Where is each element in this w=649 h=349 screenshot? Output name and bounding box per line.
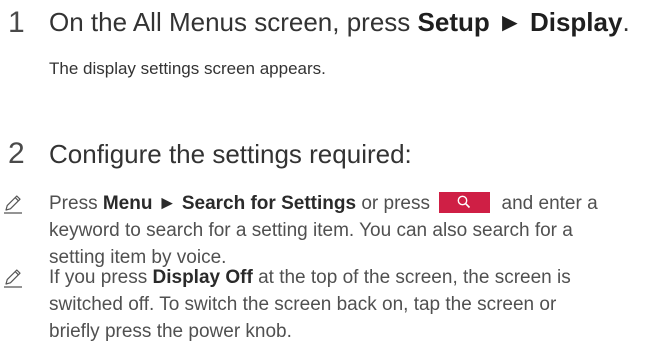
- search-icon: [457, 195, 471, 209]
- pencil-note-icon: [4, 195, 22, 214]
- note-1-text: Press Menu ► Search for Settings or pres…: [49, 190, 598, 271]
- step-2-text: Configure the settings required:: [49, 139, 412, 169]
- note-2-suffix: at the top of the screen, the screen is: [252, 267, 571, 288]
- note-1-prefix: Press: [49, 193, 103, 214]
- step-1-bold-display: Display: [529, 7, 623, 37]
- pencil-note-icon: [4, 269, 22, 288]
- step-1-text-suffix: .: [622, 7, 630, 37]
- step-1-description: The display settings screen appears.: [49, 59, 326, 78]
- note-2-bold: Display Off: [152, 267, 253, 288]
- note-2-text: If you press Display Off at the top of t…: [49, 264, 571, 345]
- note-display-off: If you press Display Off at the top of t…: [0, 264, 649, 348]
- note-1-bold: Menu ► Search for Settings: [102, 193, 357, 214]
- step-1-text-prefix: On the All Menus screen, press: [49, 7, 418, 37]
- note-1-suffix: and enter a: [496, 193, 598, 214]
- note-2-line-2: switched off. To switch the screen back …: [49, 294, 557, 315]
- note-search-settings: Press Menu ► Search for Settings or pres…: [0, 190, 649, 274]
- step-1-arrow: ►: [489, 7, 530, 37]
- note-2-prefix: If you press: [49, 267, 153, 288]
- search-button[interactable]: [439, 192, 491, 213]
- note-2-line-1: If you press Display Off at the top of t…: [49, 264, 571, 291]
- step-1-bold-setup: Setup: [417, 7, 490, 37]
- note-1-mid: or press: [356, 193, 436, 214]
- note-2-line-3: briefly press the power knob.: [49, 321, 292, 342]
- step-1-text: On the All Menus screen, press Setup ► D…: [49, 7, 630, 37]
- step-1-number: 1: [8, 6, 25, 39]
- step-2-number: 2: [8, 137, 25, 170]
- note-1-line-1: Press Menu ► Search for Settings or pres…: [49, 190, 598, 217]
- note-1-line-2: keyword to search for a setting item. Yo…: [49, 220, 573, 241]
